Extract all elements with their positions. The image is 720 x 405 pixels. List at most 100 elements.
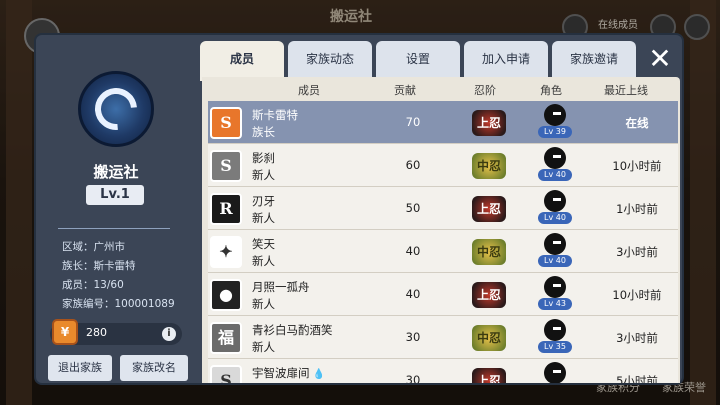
- member-name: 月照一孤舟: [252, 280, 310, 294]
- avatar-glyph: S: [220, 156, 232, 175]
- member-name: 影刹: [252, 151, 275, 165]
- table-row[interactable]: S 影刹新人 60 中忍 Lv 40 10小时前: [208, 144, 678, 187]
- ninja-rank-badge: 中忍: [472, 325, 506, 351]
- table-row[interactable]: R 刃牙 新人 50 上忍 Lv 40 1小时前: [208, 187, 678, 230]
- ninja-head-icon: [544, 276, 566, 298]
- avatar-glyph: ●: [219, 285, 233, 304]
- quit-family-button[interactable]: 退出家族: [48, 355, 112, 381]
- ninja-eye: [553, 112, 561, 115]
- ninja-head-icon: [544, 190, 566, 212]
- ninja-eye: [553, 155, 561, 158]
- member-name: 斯卡雷特: [252, 108, 298, 122]
- tab-family-invites[interactable]: 家族邀请: [552, 41, 636, 77]
- member-role: 族长: [252, 125, 275, 139]
- header-role: 角色: [540, 84, 562, 97]
- ninja-rank-badge: 上忍: [472, 282, 506, 308]
- member-contribution: 60: [405, 158, 421, 172]
- family-leader: 族长：斯卡雷特: [62, 260, 136, 272]
- member-contribution: 50: [405, 201, 421, 215]
- ninja-rank-badge: 上忍: [472, 368, 506, 383]
- table-row[interactable]: S 宇智波扉间 💧 新人 30 上忍 Lv 40 5小时前: [208, 359, 678, 383]
- member-last-online: 在线: [625, 116, 649, 130]
- family-region: 区域：广州市: [62, 241, 125, 253]
- member-avatar-icon[interactable]: R: [210, 193, 242, 225]
- character-level-badge: Lv 40: [538, 255, 572, 267]
- member-contribution: 40: [405, 287, 421, 301]
- ninja-rank-badge: 上忍: [472, 110, 506, 136]
- rename-family-button[interactable]: 家族改名: [120, 355, 188, 381]
- family-dialog: 搬运社 Lv.1 区域：广州市 族长：斯卡雷特 成员：13/60 家族编号：10…: [34, 33, 684, 385]
- ninja-rank-badge: 上忍: [472, 196, 506, 222]
- ninja-character-icon: Lv 40: [538, 362, 572, 383]
- header-last-online: 最近上线: [604, 84, 648, 97]
- ninja-eye: [553, 327, 561, 330]
- ninja-character-icon: Lv 39: [538, 104, 572, 138]
- crescent-icon: [86, 79, 146, 139]
- tab-join-requests[interactable]: 加入申请: [464, 41, 548, 77]
- member-last-online: 3小时前: [616, 331, 658, 345]
- avatar-glyph: 福: [217, 328, 234, 347]
- member-avatar-icon[interactable]: S: [210, 150, 242, 182]
- character-level-badge: Lv 40: [538, 169, 572, 181]
- ninja-eye: [553, 241, 561, 244]
- member-last-online: 10小时前: [612, 159, 662, 173]
- water-drop-icon: 💧: [309, 369, 326, 380]
- tab-settings[interactable]: 设置: [376, 41, 460, 77]
- member-role: 新人: [252, 382, 275, 383]
- ninja-eye: [553, 198, 561, 201]
- member-last-online: 5小时前: [616, 374, 658, 383]
- members-table: 成员 贡献 忍阶 角色 最近上线 S 斯卡雷特族长 70 上忍 Lv 39 在线 S 影刹新人…: [202, 77, 680, 383]
- member-contribution: 30: [405, 373, 421, 383]
- family-emblem-icon: [78, 71, 154, 147]
- member-role: 新人: [252, 340, 275, 354]
- member-last-online: 1小时前: [616, 202, 658, 216]
- table-row[interactable]: ✦ 笑天 新人 40 中忍 Lv 40 3小时前: [208, 230, 678, 273]
- table-row[interactable]: 福 青衫白马酌酒笑 新人 30 中忍 Lv 35 3小时前: [208, 316, 678, 359]
- ninja-character-icon: Lv 40: [538, 233, 572, 267]
- character-level-badge: Lv 39: [538, 126, 572, 138]
- member-contribution: 40: [405, 244, 421, 258]
- table-header: 成员 贡献 忍阶 角色 最近上线: [202, 77, 680, 99]
- table-row[interactable]: ● 月照一孤舟新人 40 上忍 Lv 43 10小时前: [208, 273, 678, 316]
- member-avatar-icon[interactable]: ●: [210, 279, 242, 311]
- table-row[interactable]: S 斯卡雷特族长 70 上忍 Lv 39 在线: [208, 101, 678, 144]
- ninja-eye: [553, 284, 561, 287]
- family-funds-value: 280: [86, 326, 107, 339]
- tab-family-news[interactable]: 家族动态: [288, 41, 372, 77]
- ninja-head-icon: [544, 233, 566, 255]
- family-name: 搬运社: [93, 163, 139, 181]
- member-contribution: 70: [405, 115, 421, 129]
- ninja-character-icon: Lv 40: [538, 190, 572, 224]
- ninja-character-icon: Lv 43: [538, 276, 572, 310]
- member-avatar-icon[interactable]: ✦: [210, 236, 242, 268]
- member-name: 青衫白马酌酒笑: [252, 323, 333, 337]
- family-funds: ¥ 280 i: [50, 319, 182, 345]
- avatar-glyph: S: [220, 371, 232, 383]
- family-info-panel: 搬运社 Lv.1 区域：广州市 族长：斯卡雷特 成员：13/60 家族编号：10…: [36, 35, 196, 383]
- ninja-character-icon: Lv 35: [538, 319, 572, 353]
- member-avatar-icon[interactable]: S: [210, 365, 242, 383]
- member-role: 新人: [252, 211, 275, 225]
- ninja-head-icon: [544, 147, 566, 169]
- ninja-rank-badge: 中忍: [472, 153, 506, 179]
- character-level-badge: Lv 43: [538, 298, 572, 310]
- close-icon[interactable]: ✕: [644, 43, 676, 75]
- coin-bag-icon: ¥: [52, 319, 78, 345]
- tab-members[interactable]: 成员: [200, 41, 284, 81]
- header-contribution: 贡献: [394, 84, 416, 97]
- avatar-glyph: S: [220, 113, 232, 132]
- member-name: 宇智波扉间 💧: [252, 366, 326, 380]
- member-last-online: 10小时前: [612, 288, 662, 302]
- header-rank: 忍阶: [474, 84, 496, 97]
- member-avatar-icon[interactable]: 福: [210, 322, 242, 354]
- ninja-eye: [553, 370, 561, 373]
- member-role: 新人: [252, 168, 275, 182]
- family-members-count: 成员：13/60: [62, 279, 124, 291]
- member-avatar-icon[interactable]: S: [210, 107, 242, 139]
- member-role: 新人: [252, 297, 275, 311]
- avatar-glyph: ✦: [219, 242, 233, 261]
- family-level-badge: Lv.1: [86, 185, 144, 205]
- member-contribution: 30: [405, 330, 421, 344]
- info-icon[interactable]: i: [162, 327, 176, 341]
- character-level-badge: Lv 35: [538, 341, 572, 353]
